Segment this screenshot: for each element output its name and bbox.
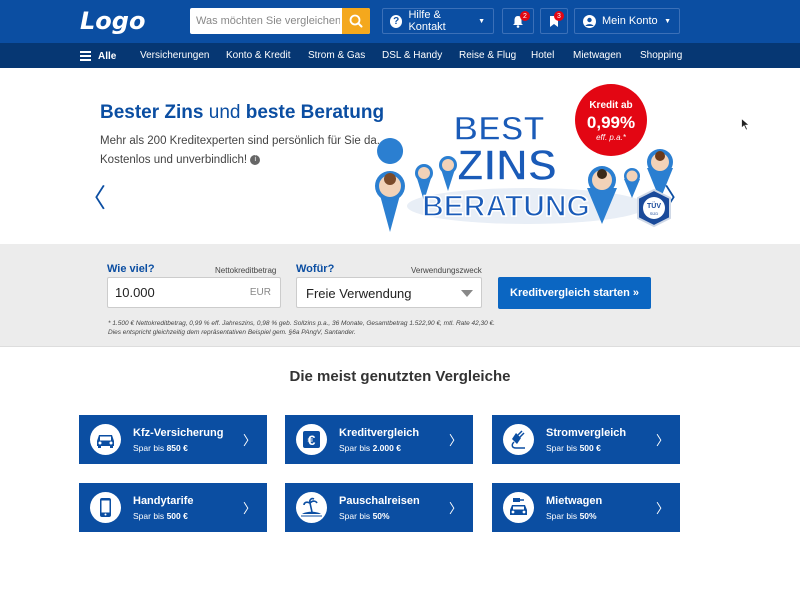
svg-text:0,99%: 0,99% (587, 113, 635, 132)
purpose-label: Wofür? (296, 263, 335, 275)
card-title: Stromvergleich (546, 427, 627, 439)
purpose-select[interactable]: Freie Verwendung (296, 277, 482, 308)
tuv-seal-icon: TÜV SÜD (637, 188, 671, 228)
disclaimer: * 1.500 € Nettokreditbetrag, 0,99 % eff.… (108, 320, 495, 336)
chevron-down-icon: ▼ (478, 17, 485, 25)
rate-badge: Kredit ab 0,99% eff. p.a.* (575, 84, 647, 156)
card-title: Handytarife (133, 495, 194, 507)
nav-all-label: Alle (98, 50, 117, 62)
svg-text:TÜV: TÜV (647, 201, 661, 210)
chevron-down-icon: ▼ (664, 17, 671, 25)
mouse-cursor-icon (741, 118, 750, 131)
user-icon (583, 14, 596, 28)
hero-graphic: BEST ZINS BERATUNG Kredit ab 0,99% eff. … (375, 84, 673, 232)
card-handytarife[interactable]: Handytarife Spar bis 500 € 〉 (79, 483, 267, 532)
credit-calculator: Wie viel? Nettokreditbetrag EUR Wofür? V… (0, 244, 800, 347)
watchlist-badge: 3 (554, 11, 564, 21)
pin-icon (439, 156, 457, 191)
amount-hint: Nettokreditbetrag (215, 266, 277, 275)
card-savings: Spar bis 500 € (133, 511, 188, 521)
card-title: Mietwagen (546, 495, 603, 507)
nav-item-strom-gas[interactable]: Strom & Gas (308, 50, 365, 61)
svg-text:BERATUNG: BERATUNG (422, 190, 590, 223)
question-icon: ? (390, 14, 403, 28)
amount-input[interactable] (108, 278, 238, 307)
info-icon[interactable]: i (250, 154, 261, 165)
search-button[interactable] (342, 8, 370, 34)
nav-item-versicherungen[interactable]: Versicherungen (140, 50, 210, 61)
purpose-hint: Verwendungszweck (411, 266, 482, 275)
nav-item-all[interactable]: Alle (80, 49, 116, 63)
hero-banner: Bester Zins und beste Beratung Mehr als … (0, 68, 800, 244)
help-contact-button[interactable]: ? Hilfe & Kontakt ▼ (382, 8, 494, 34)
euro-icon: € (296, 424, 327, 455)
chevron-down-icon (461, 290, 473, 297)
nav-item-hotel[interactable]: Hotel (531, 50, 554, 61)
card-savings: Spar bis 500 € (546, 443, 601, 453)
top-bar: Logo ? Hilfe & Kontakt ▼ 2 3 (0, 0, 800, 43)
section-title: Die meist genutzten Vergleiche (289, 368, 511, 385)
notifications-badge: 2 (520, 11, 530, 21)
amount-field: EUR (107, 277, 281, 308)
svg-text:eff. p.a.*: eff. p.a.* (596, 133, 627, 142)
amount-label: Wie viel? (107, 263, 155, 275)
svg-text:€: € (308, 432, 316, 448)
notifications-button[interactable]: 2 (502, 8, 534, 34)
chevron-right-icon: 〉 (655, 434, 669, 449)
chevron-right-icon: 〉 (448, 434, 462, 449)
card-title: Pauschalreisen (339, 495, 420, 507)
phone-icon (90, 492, 121, 523)
card-savings: Spar bis 850 € (133, 443, 188, 453)
help-label: Hilfe & Kontakt (408, 9, 446, 33)
purpose-value: Freie Verwendung (306, 286, 412, 301)
hero-title: Bester Zins und beste Beratung (100, 102, 385, 123)
search-input[interactable] (190, 8, 340, 34)
menu-icon (80, 49, 91, 63)
card-stromvergleich[interactable]: Stromvergleich Spar bis 500 € 〉 (492, 415, 680, 464)
card-title: Kreditvergleich (339, 427, 420, 439)
svg-text:Kredit ab: Kredit ab (589, 100, 632, 111)
logo[interactable]: Logo (80, 7, 145, 35)
card-pauschalreisen[interactable]: Pauschalreisen Spar bis 50% 〉 (285, 483, 473, 532)
svg-text:SÜD: SÜD (650, 211, 659, 216)
account-button[interactable]: Mein Konto ▼ (574, 8, 680, 34)
nav-item-mietwagen[interactable]: Mietwagen (573, 50, 621, 61)
svg-text:ZINS: ZINS (457, 141, 557, 190)
chevron-right-icon: 〉 (655, 502, 669, 517)
card-savings: Spar bis 50% (546, 511, 597, 521)
car-icon (90, 424, 121, 455)
search-box (190, 8, 370, 34)
search-icon (349, 14, 363, 28)
account-label: Mein Konto (602, 15, 658, 27)
island-icon (296, 492, 327, 523)
nav-item-dsl-handy[interactable]: DSL & Handy (382, 50, 442, 61)
watchlist-button[interactable]: 3 (540, 8, 568, 34)
carousel-prev-arrow[interactable]: 〈 (80, 184, 106, 214)
card-title: Kfz-Versicherung (133, 427, 224, 439)
card-kreditvergleich[interactable]: € Kreditvergleich Spar bis 2.000 € 〉 (285, 415, 473, 464)
chevron-right-icon: 〉 (448, 502, 462, 517)
amount-unit: EUR (249, 287, 271, 298)
card-savings: Spar bis 2.000 € (339, 443, 401, 453)
chevron-right-icon: 〉 (242, 502, 256, 517)
pin-icon (375, 138, 405, 232)
card-kfz-versicherung[interactable]: Kfz-Versicherung Spar bis 850 € 〉 (79, 415, 267, 464)
nav-item-reise-flug[interactable]: Reise & Flug (459, 50, 516, 61)
nav-item-konto-kredit[interactable]: Konto & Kredit (226, 50, 290, 61)
chevron-right-icon: 〉 (242, 434, 256, 449)
plug-icon (503, 424, 534, 455)
nav-item-shopping[interactable]: Shopping (640, 50, 682, 61)
rental-car-icon (503, 492, 534, 523)
card-savings: Spar bis 50% (339, 511, 390, 521)
main-nav: Alle Versicherungen Konto & Kredit Strom… (0, 43, 800, 68)
card-mietwagen[interactable]: Mietwagen Spar bis 50% 〉 (492, 483, 680, 532)
pin-icon (624, 168, 640, 198)
start-comparison-button[interactable]: Kreditvergleich starten » (498, 277, 651, 309)
